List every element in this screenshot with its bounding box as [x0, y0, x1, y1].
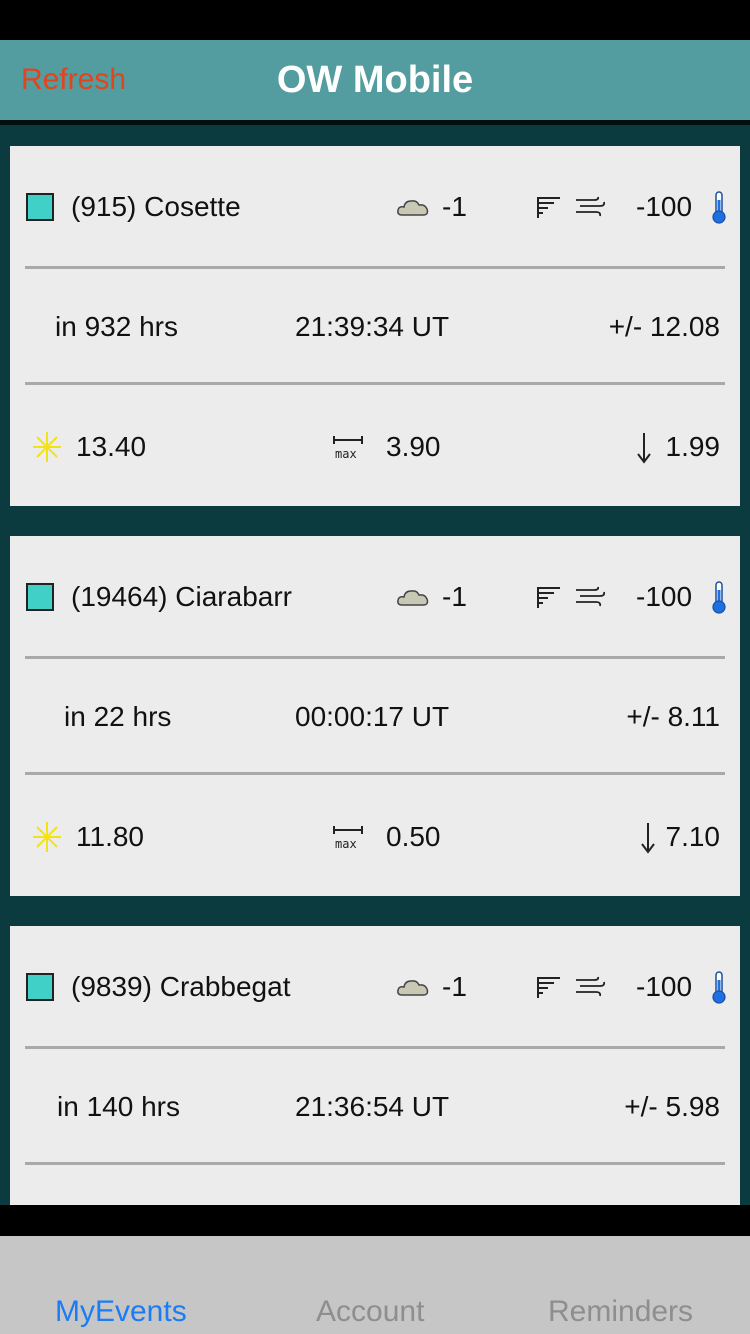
- time-until: in 22 hrs: [64, 701, 172, 732]
- star-icon: [32, 821, 62, 853]
- thermometer-icon: [711, 190, 727, 224]
- event-name: (915) Cosette: [71, 191, 241, 222]
- status-bar: [0, 0, 750, 40]
- divider: [25, 382, 725, 385]
- max-duration-icon: max: [332, 822, 364, 852]
- tab-bar: MyEvents Account Reminders: [0, 1236, 750, 1334]
- event-list[interactable]: (915) Cosette -1 -100 in 932 hrs 21:39:3…: [0, 125, 750, 1205]
- divider: [25, 1162, 725, 1165]
- cloud-icon: [396, 586, 430, 608]
- wind-strength-icon: [536, 195, 562, 219]
- event-name: (9839) Crabbegat: [71, 971, 291, 1002]
- cloud-value: -1: [442, 191, 467, 222]
- svg-text:max: max: [335, 447, 357, 461]
- wind-strength-icon: [536, 585, 562, 609]
- cloud-value: -1: [442, 971, 467, 1002]
- max-duration-icon: max: [332, 432, 364, 462]
- event-stats-row: 13.40 max 3.90 1.99: [10, 422, 740, 472]
- tab-account[interactable]: Account: [316, 1294, 424, 1330]
- thermometer-icon: [711, 580, 727, 614]
- event-time-row: in 932 hrs 21:39:34 UT +/- 12.08: [10, 302, 740, 352]
- max-duration-value: 3.90: [386, 431, 441, 462]
- event-time-row: in 140 hrs 21:36:54 UT +/- 5.98: [10, 1082, 740, 1132]
- event-header-row: (9839) Crabbegat -1 -100: [10, 962, 740, 1012]
- event-header-row: (19464) Ciarabarr -1 -100: [10, 572, 740, 622]
- star-magnitude: 13.40: [76, 431, 147, 462]
- temperature-value: -100: [636, 191, 693, 222]
- magnitude-drop: 1.99: [665, 431, 721, 462]
- svg-text:max: max: [335, 837, 357, 851]
- time-until: in 140 hrs: [57, 1091, 180, 1122]
- down-arrow-icon: [640, 822, 656, 854]
- temperature-value: -100: [636, 971, 693, 1002]
- time-until: in 932 hrs: [55, 311, 178, 342]
- tabbar-separator: [0, 1205, 750, 1236]
- magnitude-drop: 7.10: [665, 821, 721, 852]
- event-time: 21:36:54 UT: [295, 1091, 450, 1122]
- star-icon: [32, 431, 62, 463]
- event-card[interactable]: (9839) Crabbegat -1 -100 in 140 hrs 21:3…: [10, 926, 740, 1205]
- event-card[interactable]: (19464) Ciarabarr -1 -100 in 22 hrs 00:0…: [10, 536, 740, 896]
- event-checkbox[interactable]: [26, 583, 54, 611]
- event-header-row: (915) Cosette -1 -100: [10, 182, 740, 232]
- page-title: OW Mobile: [276, 59, 474, 101]
- event-stats-row: 11.80 max 0.50 7.10: [10, 812, 740, 862]
- event-name: (19464) Ciarabarr: [71, 581, 292, 612]
- time-error: +/- 5.98: [624, 1091, 720, 1122]
- wind-icon: [574, 975, 606, 999]
- time-error: +/- 8.11: [626, 701, 720, 732]
- cloud-icon: [396, 196, 430, 218]
- event-time: 21:39:34 UT: [295, 311, 450, 342]
- event-time-row: in 22 hrs 00:00:17 UT +/- 8.11: [10, 692, 740, 742]
- down-arrow-icon: [636, 432, 652, 464]
- event-checkbox[interactable]: [26, 193, 54, 221]
- cloud-value: -1: [442, 581, 467, 612]
- divider: [25, 656, 725, 659]
- star-magnitude: 11.80: [76, 821, 144, 852]
- time-error: +/- 12.08: [608, 311, 720, 342]
- wind-icon: [574, 585, 606, 609]
- wind-strength-icon: [536, 975, 562, 999]
- thermometer-icon: [711, 970, 727, 1004]
- event-checkbox[interactable]: [26, 973, 54, 1001]
- event-time: 00:00:17 UT: [295, 701, 450, 732]
- tab-reminders[interactable]: Reminders: [548, 1294, 693, 1330]
- wind-icon: [574, 195, 606, 219]
- event-card[interactable]: (915) Cosette -1 -100 in 932 hrs 21:39:3…: [10, 146, 740, 506]
- divider: [25, 1046, 725, 1049]
- divider: [25, 772, 725, 775]
- tab-myevents[interactable]: MyEvents: [55, 1294, 187, 1330]
- cloud-icon: [396, 976, 430, 998]
- temperature-value: -100: [636, 581, 693, 612]
- divider: [25, 266, 725, 269]
- max-duration-value: 0.50: [386, 821, 441, 852]
- navigation-bar: Refresh OW Mobile: [0, 40, 750, 120]
